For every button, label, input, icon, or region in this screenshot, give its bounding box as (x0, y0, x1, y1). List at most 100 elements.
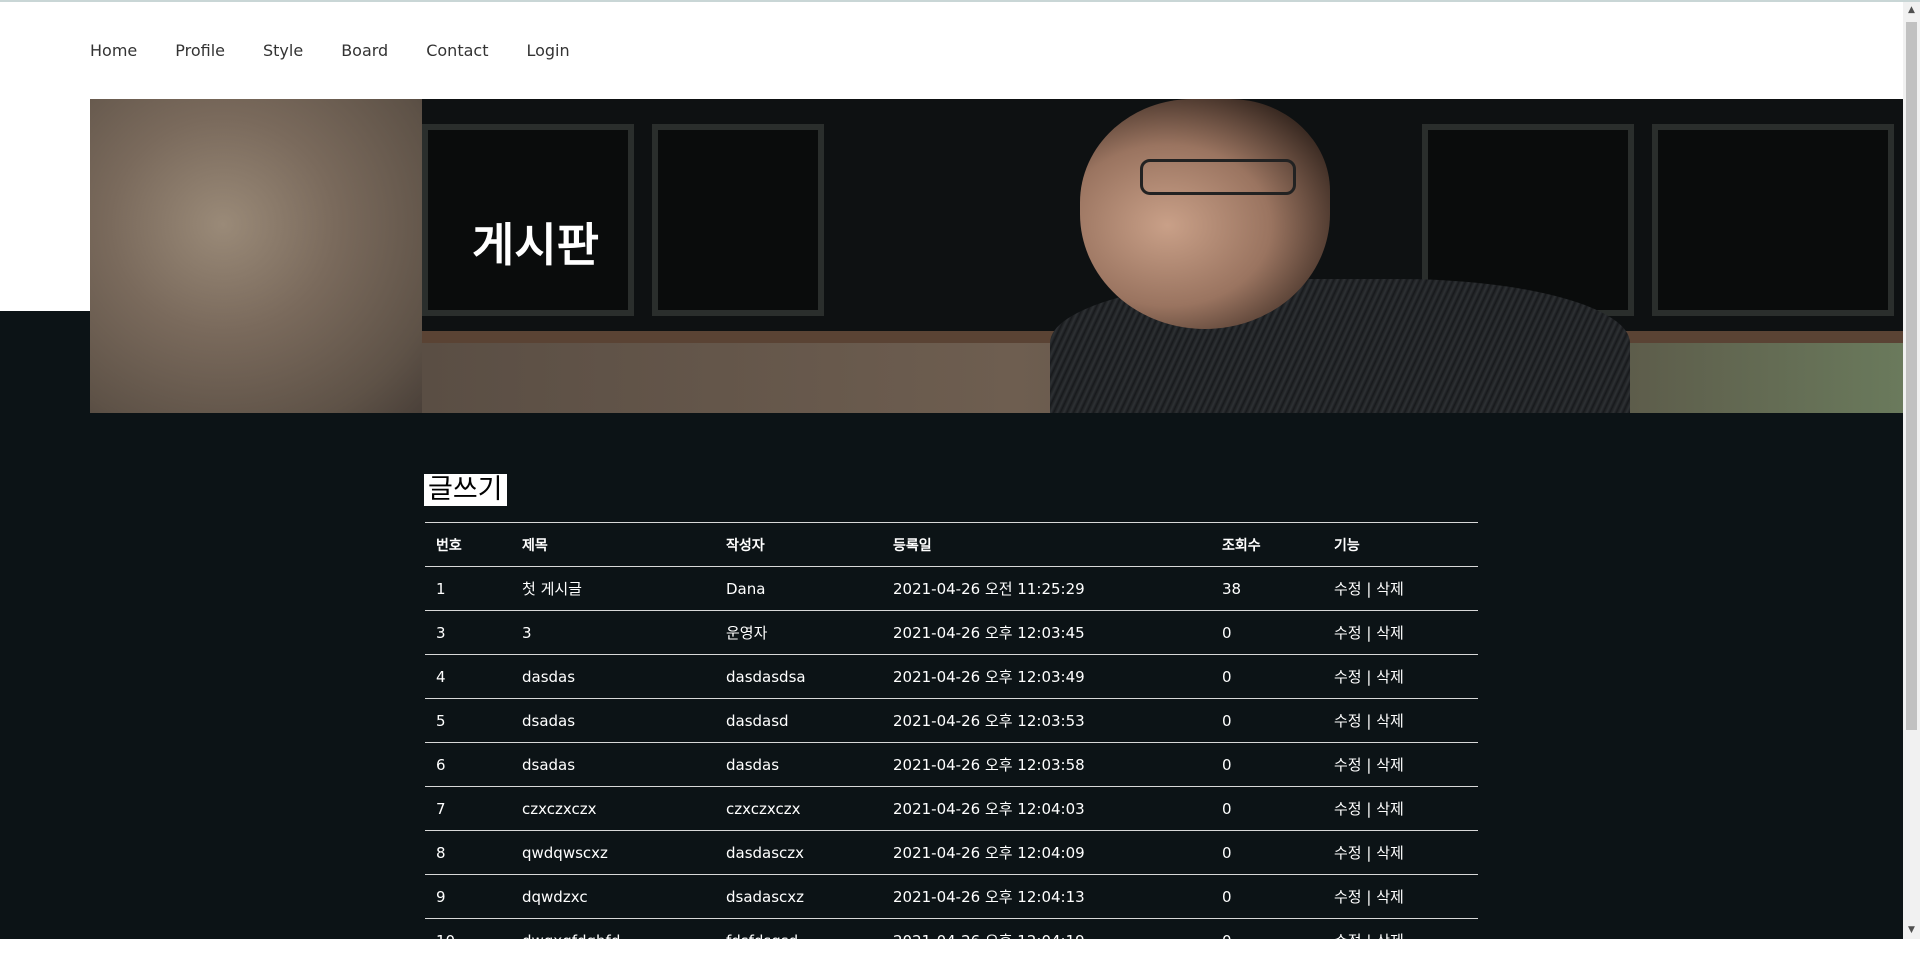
cell-no: 8 (425, 831, 511, 875)
action-separator: | (1362, 756, 1377, 774)
delete-link[interactable]: 삭제 (1376, 888, 1404, 906)
table-row: 5dsadasdasdasd2021-04-26 오후 12:03:530수정 … (425, 699, 1478, 743)
table-row: 10dwqxqfdqhfdfdsfdsqsd2021-04-26 오후 12:0… (425, 919, 1478, 962)
edit-link[interactable]: 수정 (1334, 800, 1362, 818)
edit-link[interactable]: 수정 (1334, 712, 1362, 730)
action-separator: | (1362, 580, 1377, 598)
cell-no: 3 (425, 611, 511, 655)
table-row: 7czxczxczxczxczxczx2021-04-26 오후 12:04:0… (425, 787, 1478, 831)
header-title: 제목 (511, 523, 715, 567)
table-row: 8qwdqwscxzdasdasczx2021-04-26 오후 12:04:0… (425, 831, 1478, 875)
cell-actions: 수정 | 삭제 (1323, 567, 1478, 611)
nav-style[interactable]: Style (263, 36, 303, 66)
write-post-button[interactable]: 글쓰기 (424, 474, 507, 506)
delete-link[interactable]: 삭제 (1376, 800, 1404, 818)
cell-title[interactable]: qwdqwscxz (511, 831, 715, 875)
cell-date: 2021-04-26 오후 12:03:45 (882, 611, 1211, 655)
cell-writer: czxczxczx (715, 787, 882, 831)
cell-writer: Dana (715, 567, 882, 611)
cell-no: 1 (425, 567, 511, 611)
cell-title[interactable]: dasdas (511, 655, 715, 699)
cell-title[interactable]: czxczxczx (511, 787, 715, 831)
cell-title[interactable]: dsadas (511, 699, 715, 743)
cell-actions: 수정 | 삭제 (1323, 875, 1478, 919)
cell-date: 2021-04-26 오후 12:04:13 (882, 875, 1211, 919)
cell-actions: 수정 | 삭제 (1323, 699, 1478, 743)
edit-link[interactable]: 수정 (1334, 844, 1362, 862)
nav-board[interactable]: Board (341, 36, 388, 66)
cell-date: 2021-04-26 오후 12:04:09 (882, 831, 1211, 875)
cell-views: 0 (1211, 831, 1323, 875)
hero-wall (90, 99, 422, 413)
edit-link[interactable]: 수정 (1334, 668, 1362, 686)
cell-date: 2021-04-26 오전 11:25:29 (882, 567, 1211, 611)
cell-actions: 수정 | 삭제 (1323, 787, 1478, 831)
person-head-image (1080, 99, 1330, 329)
delete-link[interactable]: 삭제 (1376, 712, 1404, 730)
cell-title[interactable]: dwqxqfdqhfd (511, 919, 715, 962)
header-writer: 작성자 (715, 523, 882, 567)
window-pane (652, 124, 824, 316)
scrollbar-thumb[interactable] (1906, 22, 1917, 730)
cell-date: 2021-04-26 오후 12:03:53 (882, 699, 1211, 743)
cell-date: 2021-04-26 오후 12:03:58 (882, 743, 1211, 787)
table-header-row: 번호 제목 작성자 등록일 조회수 기능 (425, 523, 1478, 567)
cell-writer: dasdasdsa (715, 655, 882, 699)
header-date: 등록일 (882, 523, 1211, 567)
cell-views: 0 (1211, 611, 1323, 655)
header-actions: 기능 (1323, 523, 1478, 567)
delete-link[interactable]: 삭제 (1376, 756, 1404, 774)
cell-writer: fdsfdsqsd (715, 919, 882, 962)
edit-link[interactable]: 수정 (1334, 624, 1362, 642)
cell-date: 2021-04-26 오후 12:04:19 (882, 919, 1211, 962)
cell-title[interactable]: dsadas (511, 743, 715, 787)
delete-link[interactable]: 삭제 (1376, 668, 1404, 686)
cell-no: 7 (425, 787, 511, 831)
scroll-down-icon[interactable]: ▼ (1903, 922, 1920, 939)
table-row: 6dsadasdasdas2021-04-26 오후 12:03:580수정 |… (425, 743, 1478, 787)
scroll-up-icon[interactable]: ▲ (1903, 2, 1920, 19)
nav-contact[interactable]: Contact (426, 36, 488, 66)
cell-writer: 운영자 (715, 611, 882, 655)
edit-link[interactable]: 수정 (1334, 756, 1362, 774)
hero-banner: 게시판 (90, 99, 1903, 413)
action-separator: | (1362, 888, 1377, 906)
cell-no: 5 (425, 699, 511, 743)
cell-title[interactable]: 3 (511, 611, 715, 655)
nav-profile[interactable]: Profile (175, 36, 225, 66)
cell-views: 0 (1211, 655, 1323, 699)
cell-views: 0 (1211, 787, 1323, 831)
header-views: 조회수 (1211, 523, 1323, 567)
delete-link[interactable]: 삭제 (1376, 932, 1404, 950)
main-nav: Home Profile Style Board Contact Login (90, 36, 608, 66)
edit-link[interactable]: 수정 (1334, 932, 1362, 950)
table-row: 1첫 게시글Dana2021-04-26 오전 11:25:2938수정 | 삭… (425, 567, 1478, 611)
cell-title[interactable]: dqwdzxc (511, 875, 715, 919)
cell-writer: dsadascxz (715, 875, 882, 919)
delete-link[interactable]: 삭제 (1376, 844, 1404, 862)
board-table: 번호 제목 작성자 등록일 조회수 기능 1첫 게시글Dana2021-04-2… (425, 522, 1478, 962)
cell-no: 9 (425, 875, 511, 919)
delete-link[interactable]: 삭제 (1376, 580, 1404, 598)
cell-actions: 수정 | 삭제 (1323, 919, 1478, 962)
action-separator: | (1362, 800, 1377, 818)
header-no: 번호 (425, 523, 511, 567)
cell-title[interactable]: 첫 게시글 (511, 567, 715, 611)
top-border (0, 0, 1920, 2)
edit-link[interactable]: 수정 (1334, 888, 1362, 906)
action-separator: | (1362, 932, 1377, 950)
nav-login[interactable]: Login (526, 36, 569, 66)
glasses-image (1140, 159, 1296, 195)
delete-link[interactable]: 삭제 (1376, 624, 1404, 642)
cell-actions: 수정 | 삭제 (1323, 831, 1478, 875)
page-title: 게시판 (472, 209, 599, 275)
action-separator: | (1362, 624, 1377, 642)
cell-actions: 수정 | 삭제 (1323, 655, 1478, 699)
cell-actions: 수정 | 삭제 (1323, 743, 1478, 787)
nav-home[interactable]: Home (90, 36, 137, 66)
table-row: 33운영자2021-04-26 오후 12:03:450수정 | 삭제 (425, 611, 1478, 655)
cell-actions: 수정 | 삭제 (1323, 611, 1478, 655)
table-row: 9dqwdzxcdsadascxz2021-04-26 오후 12:04:130… (425, 875, 1478, 919)
edit-link[interactable]: 수정 (1334, 580, 1362, 598)
cell-views: 0 (1211, 699, 1323, 743)
